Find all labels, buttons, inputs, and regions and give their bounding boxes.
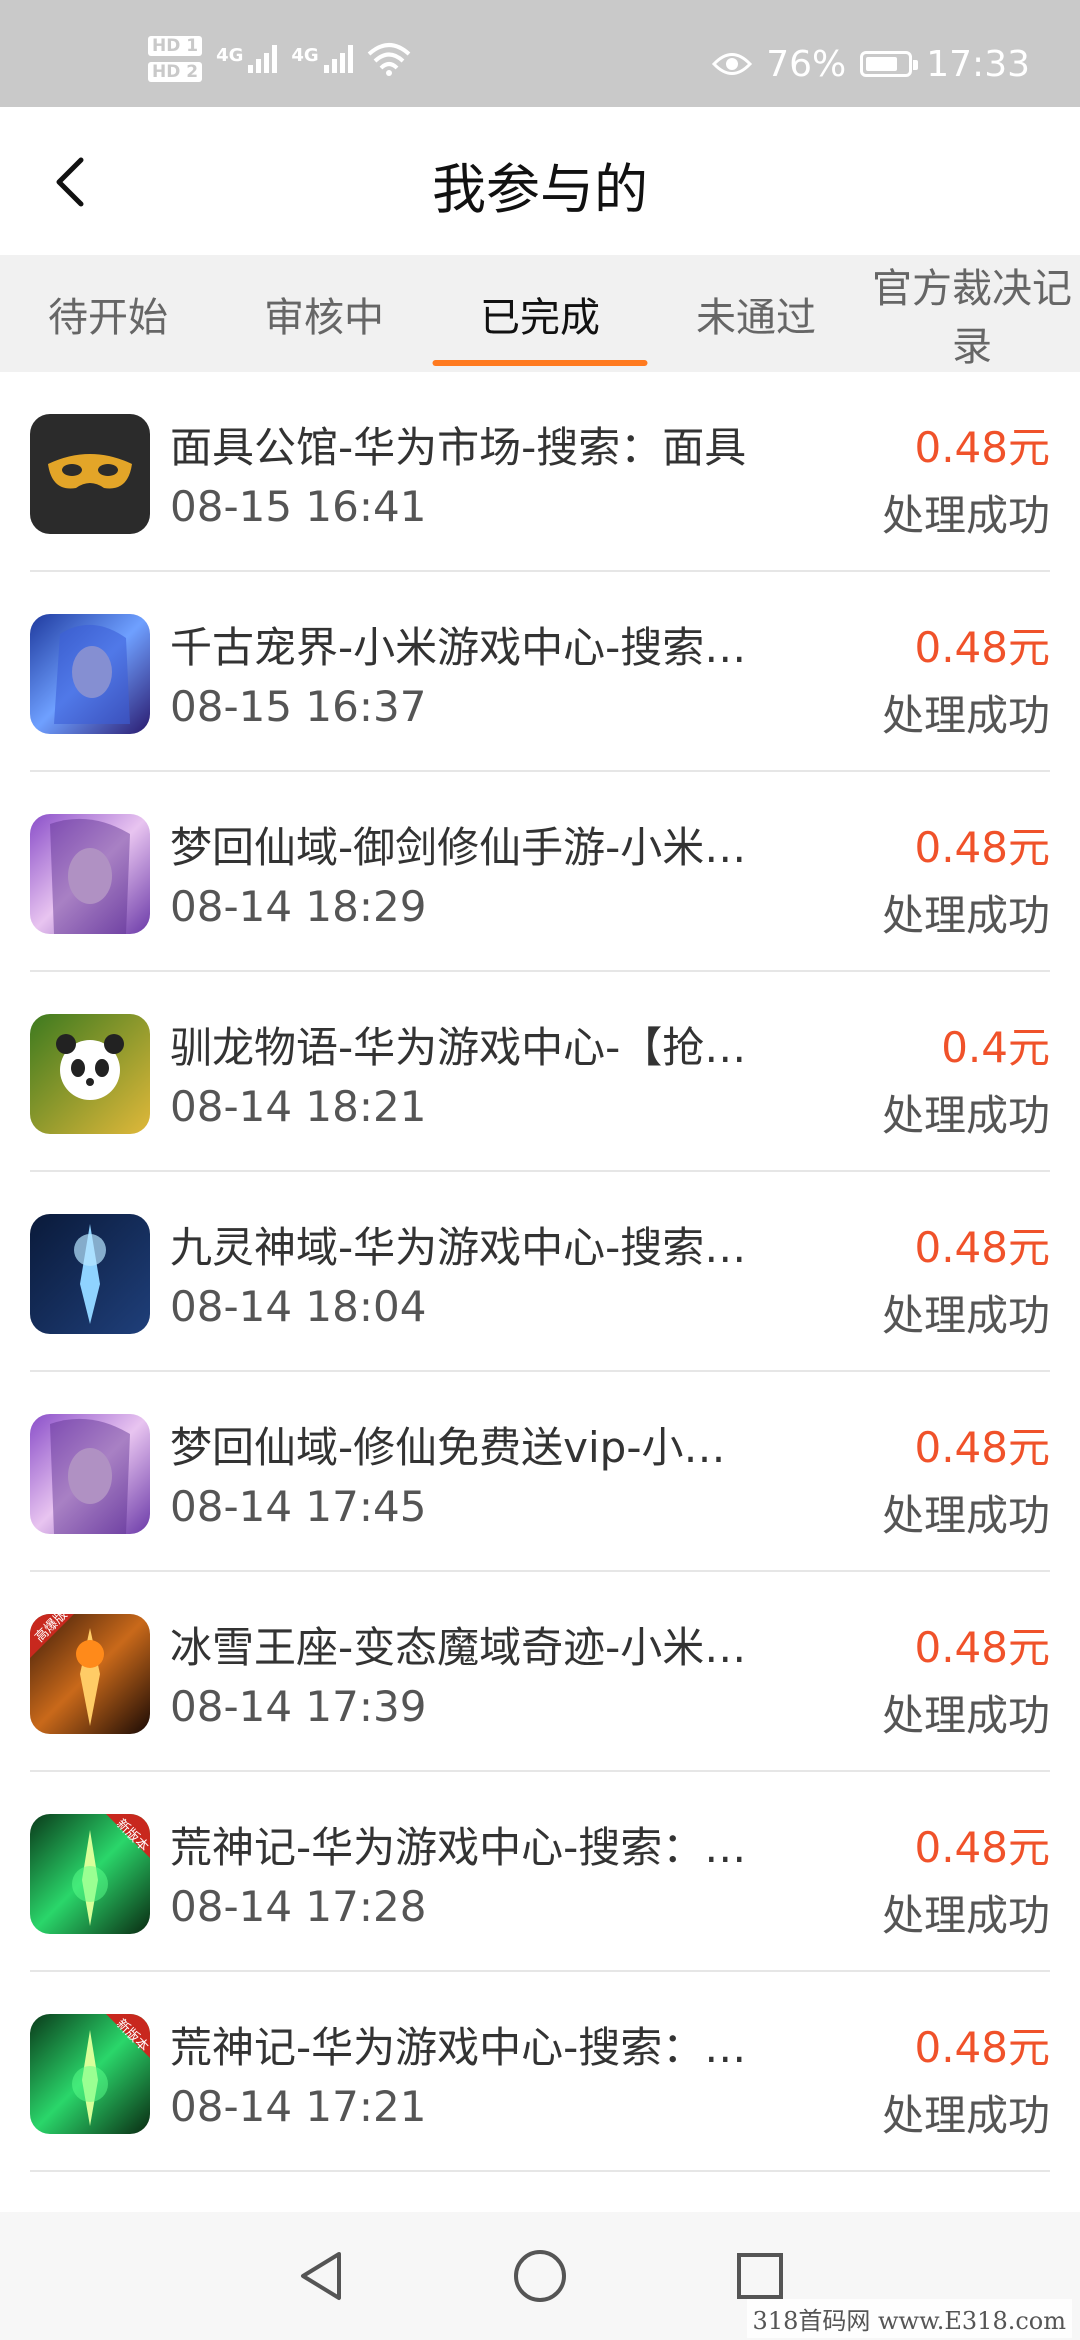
eye-comfort-icon: [712, 53, 753, 75]
record-status: 处理成功: [881, 2091, 1050, 2140]
record-status: 处理成功: [881, 1891, 1050, 1940]
status-tabs: 待开始 审核中 已完成 未通过 官方裁决记录: [0, 255, 1080, 372]
record-reward: 0.48元: [914, 1223, 1050, 1272]
hd-sim-badges: HD 1 HD 2: [148, 36, 203, 82]
record-title: 千古宠界-小米游戏中心-搜索…: [170, 623, 747, 672]
list-item[interactable]: 新版本 荒神记-华为游戏中心-搜索：… 08-14 17:21 0.48元处理成功: [0, 1972, 1080, 2172]
record-time: 08-15 16:41: [170, 482, 427, 531]
record-status: 处理成功: [881, 491, 1050, 540]
record-time: 08-14 17:39: [170, 1682, 427, 1731]
record-title: 冰雪王座-变态魔域奇迹-小米…: [170, 1623, 747, 1672]
tab-rejected[interactable]: 未通过: [648, 255, 864, 372]
record-status: 处理成功: [881, 1491, 1050, 1540]
green-sword-icon: 新版本: [30, 1814, 150, 1934]
mask-icon: [30, 414, 150, 534]
tab-pending[interactable]: 待开始: [0, 255, 216, 372]
record-title: 梦回仙域-御剑修仙手游-小米…: [170, 823, 747, 872]
hd1-badge: HD 1: [148, 36, 203, 56]
record-reward: 0.4元: [941, 1023, 1050, 1072]
record-status: 处理成功: [881, 1691, 1050, 1740]
record-reward: 0.48元: [914, 1423, 1050, 1472]
list-item[interactable]: 九灵神域-华为游戏中心-搜索… 08-14 18:04 0.48元处理成功: [0, 1172, 1080, 1372]
record-status: 处理成功: [881, 691, 1050, 740]
nav-back-button[interactable]: [285, 2241, 355, 2311]
list-item[interactable]: 千古宠界-小米游戏中心-搜索… 08-15 16:37 0.48元处理成功: [0, 572, 1080, 772]
record-reward: 0.48元: [914, 2023, 1050, 2072]
tab-arbitration-label: 官方裁决记录: [872, 265, 1072, 370]
system-nav-bar: 318首码网 www.E318.com: [0, 2212, 1080, 2340]
network-indicators: HD 1 HD 2 4G 4G: [148, 34, 411, 84]
list-item[interactable]: 面具公馆-华为市场-搜索：面具 08-15 16:41 0.48元处理成功: [0, 372, 1080, 572]
tab-arbitration-records[interactable]: 官方裁决记录: [864, 255, 1080, 372]
page-title: 我参与的: [432, 158, 648, 221]
record-time: 08-14 17:28: [170, 1882, 427, 1931]
nav-home-button[interactable]: [505, 2241, 575, 2311]
battery-percent: 76%: [766, 43, 847, 85]
signal-1-icon: 4G: [216, 45, 278, 73]
tab-completed[interactable]: 已完成: [432, 255, 648, 372]
record-title: 面具公馆-华为市场-搜索：面具: [170, 423, 747, 472]
list-item[interactable]: 梦回仙域-御剑修仙手游-小米… 08-14 18:29 0.48元处理成功: [0, 772, 1080, 972]
record-time: 08-14 18:29: [170, 882, 427, 931]
record-title: 梦回仙域-修仙免费送vip-小…: [170, 1423, 726, 1472]
fairy-girl-icon: [30, 814, 150, 934]
record-time: 08-14 17:45: [170, 1482, 427, 1531]
battery-icon: [860, 51, 919, 77]
record-title: 荒神记-华为游戏中心-搜索：…: [170, 1823, 747, 1872]
record-time: 08-14 18:04: [170, 1282, 427, 1331]
record-time: 08-14 18:21: [170, 1082, 427, 1131]
record-title: 荒神记-华为游戏中心-搜索：…: [170, 2023, 747, 2072]
record-title: 九灵神域-华为游戏中心-搜索…: [170, 1223, 747, 1272]
hd2-badge: HD 2: [148, 62, 203, 82]
record-time: 08-15 16:37: [170, 682, 427, 731]
record-reward: 0.48元: [914, 623, 1050, 672]
panda-icon: [30, 1014, 150, 1134]
record-time: 08-14 17:21: [170, 2082, 427, 2131]
flame-sword-icon: 高爆版: [30, 1614, 150, 1734]
watermark: 318首码网 www.E318.com: [746, 2299, 1072, 2338]
back-triangle-icon: [301, 2252, 341, 2300]
green-sword-icon: 新版本: [30, 2014, 150, 2134]
record-reward: 0.48元: [914, 423, 1050, 472]
status-right: 76% 17:33: [712, 43, 1030, 85]
record-status: 处理成功: [881, 1291, 1050, 1340]
records-list[interactable]: 面具公馆-华为市场-搜索：面具 08-15 16:41 0.48元 处理成功 千古宠界-…: [0, 372, 1080, 2212]
recents-square-icon: [737, 2253, 783, 2299]
wifi-icon: [367, 43, 411, 76]
blue-hero-icon: [30, 614, 150, 734]
sword-icon: [30, 1214, 150, 1334]
clock: 17:33: [926, 43, 1030, 85]
tab-reviewing[interactable]: 审核中: [216, 255, 432, 372]
list-item[interactable]: 驯龙物语-华为游戏中心-【抢… 08-14 18:21 0.4元处理成功: [0, 972, 1080, 1172]
list-item[interactable]: 新版本 荒神记-华为游戏中心-搜索：… 08-14 17:28 0.48元处理成功: [0, 1772, 1080, 1972]
status-bar: HD 1 HD 2 4G 4G 76% 17:33: [0, 0, 1080, 107]
signal-2-icon: 4G: [291, 45, 353, 73]
fairy-girl-icon: [30, 1414, 150, 1534]
record-reward: 0.48元: [914, 1823, 1050, 1872]
record-reward: 0.48元: [914, 1623, 1050, 1672]
record-status: 处理成功: [881, 891, 1050, 940]
record-reward: 0.48元: [914, 823, 1050, 872]
app-header: 我参与的: [0, 107, 1080, 255]
record-status: 处理成功: [881, 1091, 1050, 1140]
list-item[interactable]: 梦回仙域-修仙免费送vip-小… 08-14 17:45 0.48元处理成功: [0, 1372, 1080, 1572]
list-item[interactable]: 高爆版 冰雪王座-变态魔域奇迹-小米… 08-14 17:39 0.48元处理成功: [0, 1572, 1080, 1772]
home-circle-icon: [514, 2250, 566, 2302]
record-title: 驯龙物语-华为游戏中心-【抢…: [170, 1023, 747, 1072]
